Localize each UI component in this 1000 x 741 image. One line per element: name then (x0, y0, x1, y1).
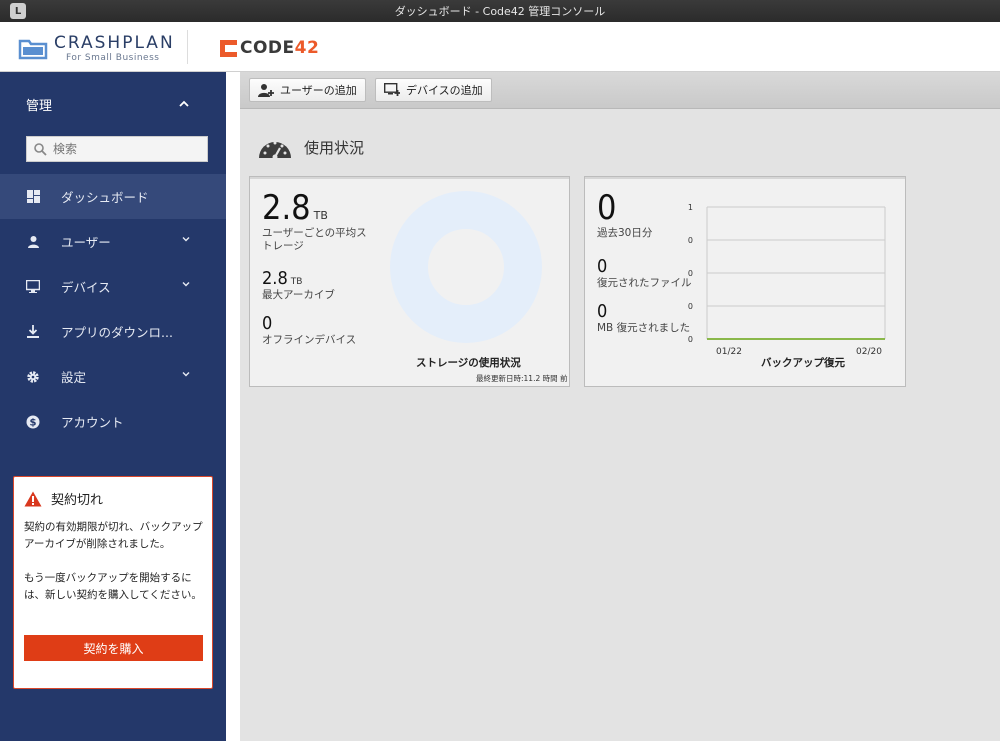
sidebar-item-devices[interactable]: デバイス (0, 264, 226, 309)
sidebar-item-account[interactable]: $ アカウント (0, 399, 226, 444)
add-user-label: ユーザーの追加 (280, 84, 357, 97)
sidebar-item-label: ユーザー (61, 235, 111, 250)
max-archive-stat: 2.8 TB 最大アーカイブ (262, 269, 335, 302)
chart-y-tick: 0 (688, 236, 693, 245)
monitor-icon (26, 280, 40, 294)
chart-y-tick: 0 (688, 302, 693, 311)
add-user-button[interactable]: ユーザーの追加 (249, 78, 366, 102)
sidebar-item-label: ダッシュボード (61, 190, 149, 205)
offline-devices-value: 0 (262, 313, 273, 334)
contract-expired-alert: 契約切れ 契約の有効期限が切れ、バックアップアーカイブが削除されました。 もう一… (13, 476, 213, 689)
avg-storage-value: 2.8 (262, 188, 311, 228)
user-icon (26, 235, 40, 249)
toolbar: ユーザーの追加 デバイスの追加 (240, 72, 1000, 109)
chart-y-tick: 0 (688, 335, 693, 344)
last-updated-text: 最終更新日時:11.2 時間 前 (476, 374, 568, 383)
sidebar-item-dashboard[interactable]: ダッシュボード (0, 174, 226, 219)
storage-usage-card: 2.8 TB ユーザーごとの平均ストレージ 2.8 TB 最大アーカイブ 0 オフラ… (249, 176, 570, 387)
download-icon (26, 325, 40, 339)
gear-icon (26, 370, 40, 384)
sidebar-item-label: 設定 (61, 370, 87, 385)
backup-restore-card: 0 過去30日分 0 復元されたファイル 0 MB 復元されました 100000… (584, 176, 906, 387)
chevron-up-icon[interactable] (178, 99, 190, 109)
sidebar-item-label: デバイス (61, 280, 111, 295)
chart-y-tick: 1 (688, 203, 693, 212)
usage-section-title: 使用状況 (258, 134, 364, 160)
app-header: CRASHPLAN For Small Business CODE42 (0, 22, 1000, 72)
add-device-button[interactable]: デバイスの追加 (375, 78, 492, 102)
crashplan-folder-icon (18, 39, 48, 60)
chart-x-tick: 01/22 (716, 347, 742, 357)
past-30-days-stat: 0 過去30日分 (597, 191, 652, 240)
alert-instruction: もう一度バックアップを開始するには、新しい契約を購入してください。 (24, 572, 202, 601)
code42-logo[interactable]: CODE42 (220, 38, 319, 58)
sidebar: 管理 ダッシュボード ユーザー デバイス (0, 72, 226, 741)
dollar-icon: $ (26, 415, 40, 429)
max-archive-unit: TB (290, 277, 303, 287)
add-device-label: デバイスの追加 (406, 84, 483, 97)
window-title: ダッシュボード - Code42 管理コンソール (394, 5, 606, 18)
dashboard-icon (26, 190, 40, 204)
restored-mb-value: 0 (597, 301, 608, 322)
chevron-down-icon[interactable] (182, 370, 190, 378)
restored-mb-stat: 0 MB 復元されました (597, 302, 690, 335)
past-30-days-value: 0 (597, 188, 617, 228)
alert-title: 契約切れ (51, 493, 104, 508)
code42-number: 42 (294, 38, 320, 58)
section-title-text: 使用状況 (304, 138, 365, 157)
backup-restore-chart: 1 0 0 0 0 01/22 02/20 (688, 203, 886, 357)
restore-chart-title: バックアップ復元 (761, 357, 845, 369)
storage-chart-title: ストレージの使用状況 (416, 357, 521, 369)
offline-devices-stat: 0 オフラインデバイス (262, 314, 356, 347)
sidebar-nav: ダッシュボード ユーザー デバイス アプリのダウンロ... 設定 $ アカウント (0, 174, 226, 444)
sidebar-section-title: 管理 (26, 99, 53, 114)
sidebar-search (26, 136, 208, 162)
crashplan-logo[interactable]: CRASHPLAN For Small Business (18, 35, 175, 63)
sidebar-item-label: アカウント (61, 415, 124, 430)
max-archive-label: 最大アーカイブ (262, 289, 335, 301)
warning-icon (24, 491, 42, 506)
header-divider (187, 30, 188, 64)
max-archive-value: 2.8 (262, 268, 288, 289)
buy-contract-button[interactable]: 契約を購入 (24, 635, 203, 661)
offline-devices-label: オフラインデバイス (262, 334, 357, 346)
chevron-down-icon[interactable] (182, 235, 190, 243)
window-title-bar: L ダッシュボード - Code42 管理コンソール (0, 0, 1000, 22)
search-icon (34, 143, 47, 156)
crashplan-sub: For Small Business (66, 53, 160, 63)
search-input[interactable] (53, 142, 193, 156)
svg-text:$: $ (30, 417, 37, 428)
sidebar-item-settings[interactable]: 設定 (0, 354, 226, 399)
add-device-icon (384, 83, 400, 96)
storage-donut-chart (390, 191, 542, 343)
sidebar-edge (226, 72, 240, 741)
sidebar-item-users[interactable]: ユーザー (0, 219, 226, 264)
avg-storage-unit: TB (313, 209, 328, 222)
add-user-icon (258, 84, 274, 97)
code42-mark-icon (220, 39, 237, 57)
avg-storage-stat: 2.8 TB ユーザーごとの平均ストレージ (262, 191, 372, 253)
gauge-icon (259, 141, 291, 160)
restored-mb-label: MB 復元されました (597, 322, 691, 334)
past-30-days-label: 過去30日分 (597, 227, 653, 239)
restored-files-label: 復元されたファイル (597, 277, 692, 289)
code42-text: CODE (240, 38, 295, 58)
chart-y-tick: 0 (688, 269, 693, 278)
chevron-down-icon[interactable] (182, 280, 190, 288)
restored-files-stat: 0 復元されたファイル (597, 257, 692, 290)
avg-storage-label: ユーザーごとの平均ストレージ (262, 227, 367, 252)
sidebar-item-label: アプリのダウンロ... (61, 325, 173, 340)
alert-message: 契約の有効期限が切れ、バックアップアーカイブが削除されました。 (24, 521, 203, 550)
main-content: ユーザーの追加 デバイスの追加 使用状況 2.8 TB ユーザーごとの平均ストレー… (240, 72, 1000, 741)
crashplan-name: CRASHPLAN (54, 33, 175, 53)
restored-files-value: 0 (597, 256, 608, 277)
chart-x-tick: 02/20 (856, 347, 882, 357)
app-icon: L (10, 3, 26, 19)
sidebar-item-app-download[interactable]: アプリのダウンロ... (0, 309, 226, 354)
